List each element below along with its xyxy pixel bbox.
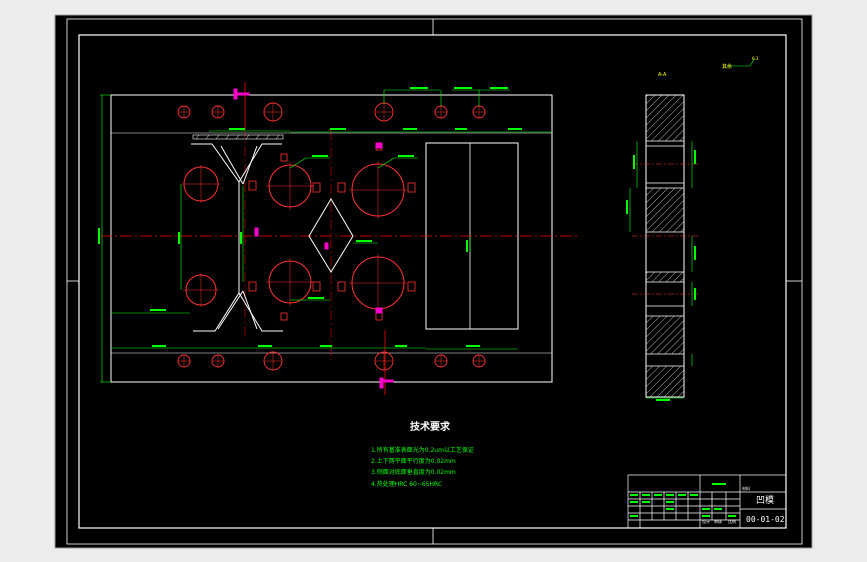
drawing-number: 00-01-02 (746, 515, 785, 524)
notes-title: 技术要求 (410, 420, 451, 433)
material-label: 材料 (742, 485, 750, 491)
section-label: A-A (658, 72, 667, 78)
note-item-1: 1.所有基准表面光为0.2um以工艺保证 (371, 446, 474, 454)
note-item-3: 3.侧面对底面垂直度为0.02mm (371, 468, 456, 476)
checked-label: 审核 (714, 518, 722, 524)
note-item-4: 4.热处理HRC 60~65HRC (371, 480, 442, 488)
scale-label: 比例 (728, 518, 736, 524)
cad-drawing: A-A 其余 6.3 技术要求 1.所有基准表面光为0.2um以工艺保证 2.上… (0, 0, 867, 562)
part-name: 凹模 (756, 495, 774, 506)
roughness-value: 6.3 (752, 56, 759, 61)
note-item-2: 2.上下两平面平行度为0.02mm (371, 457, 456, 465)
cad-viewport[interactable]: A-A 其余 6.3 技术要求 1.所有基准表面光为0.2um以工艺保证 2.上… (0, 0, 867, 562)
drawn-label: 设计 (702, 518, 710, 524)
roughness-label: 其余 (722, 63, 732, 70)
